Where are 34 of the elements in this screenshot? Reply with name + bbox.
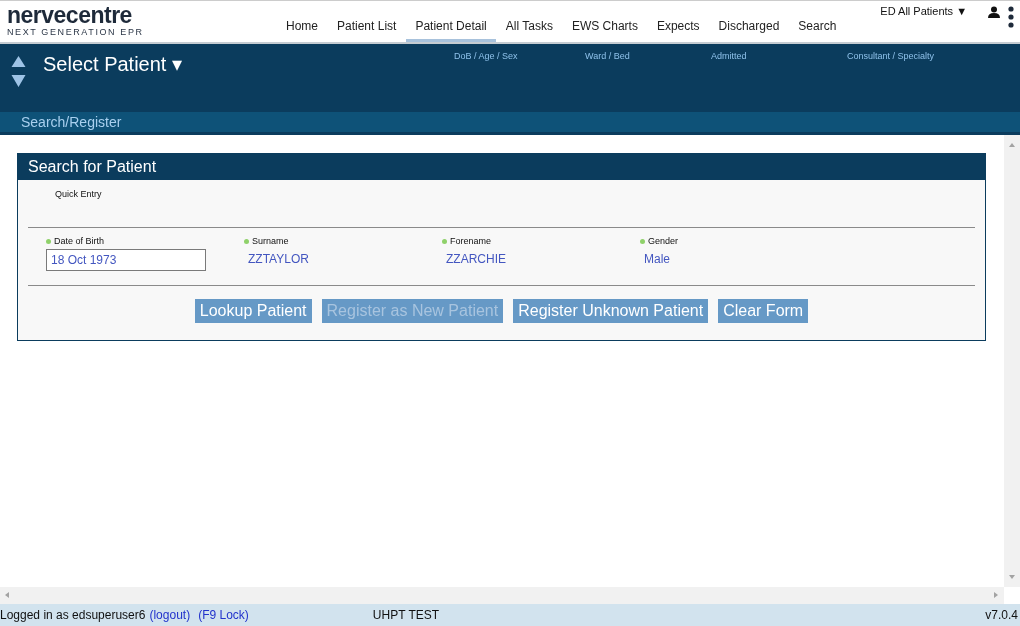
nav-tab[interactable]: Patient List	[328, 1, 406, 42]
field-value[interactable]: ZZTAYLOR	[248, 252, 442, 266]
column-header: Ward / Bed	[585, 51, 631, 61]
nav-tab[interactable]: All Tasks	[496, 1, 562, 42]
field-value[interactable]: ZZARCHIE	[446, 252, 640, 266]
environment-label: UHPT TEST	[372, 608, 440, 622]
nav-tab[interactable]: Search	[789, 1, 846, 42]
ward-selector[interactable]: ED All Patients ▼	[880, 5, 968, 20]
panel-title: Search for Patient	[18, 154, 985, 180]
column-header: Admitted	[711, 51, 748, 61]
nav-tab[interactable]: Home	[277, 1, 327, 42]
field-label: Gender	[648, 236, 679, 246]
logo-wordmark: nervecentre	[7, 4, 133, 26]
field-value[interactable]: Male	[644, 252, 838, 266]
breadcrumb[interactable]: Search/Register	[21, 114, 122, 130]
patient-selector[interactable]: Select Patient ▾	[43, 52, 454, 76]
nav-tab[interactable]: Expects	[647, 1, 709, 42]
column-header: DoB / Age / Sex	[454, 51, 519, 61]
login-status: Logged in as edsuperuser6	[0, 608, 146, 622]
nav-tab[interactable]: Discharged	[709, 1, 789, 42]
field-label: Quick Entry	[55, 189, 103, 201]
input-field[interactable]: 18 Oct 1973	[46, 249, 206, 271]
more-menu-icon[interactable]	[1008, 6, 1014, 28]
version-label: v7.0.4	[985, 608, 1019, 622]
up-down-arrows-icon[interactable]	[11, 54, 26, 89]
user-icon[interactable]	[988, 6, 1000, 18]
field-label: Forename	[450, 236, 492, 246]
column-header: Consultant / Specialty	[847, 51, 936, 61]
field-label: Date of Birth	[54, 236, 105, 246]
field-label: Surname	[252, 236, 289, 246]
logout-link[interactable]: (logout)	[149, 608, 191, 622]
nav-tab[interactable]: EWS Charts	[562, 1, 647, 42]
lock-link[interactable]: (F9 Lock)	[198, 608, 249, 622]
logo-tagline: NEXT GENERATION EPR	[7, 26, 145, 38]
